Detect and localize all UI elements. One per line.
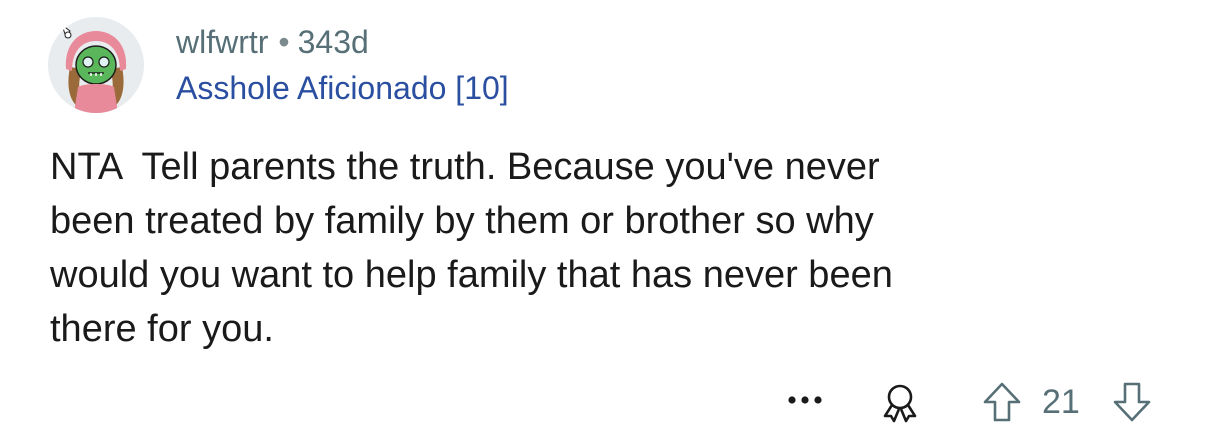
avatar-icon [48,17,144,113]
comment-age: 343d [297,24,369,60]
upvote-arrow-icon[interactable] [980,380,1024,424]
user-avatar[interactable] [48,17,144,113]
comment-meta: wlfwrtr • 343d Asshole Aficionado [10] [176,22,509,108]
comment: wlfwrtr • 343d Asshole Aficionado [10] NTA… [0,0,1206,432]
comment-body: NTA Tell parents the truth. Because you'… [50,146,893,350]
award-icon[interactable] [879,381,921,423]
comment-header: wlfwrtr • 343d [176,22,509,62]
downvote-arrow-icon[interactable] [1110,380,1154,424]
vote-score: 21 [1042,383,1080,421]
separator-dot: • [278,24,290,60]
comment-actions: 21 [0,376,1206,426]
user-flair: Asshole Aficionado [10] [176,70,509,106]
more-options-icon[interactable] [785,388,825,412]
username-link[interactable]: wlfwrtr [176,24,268,60]
